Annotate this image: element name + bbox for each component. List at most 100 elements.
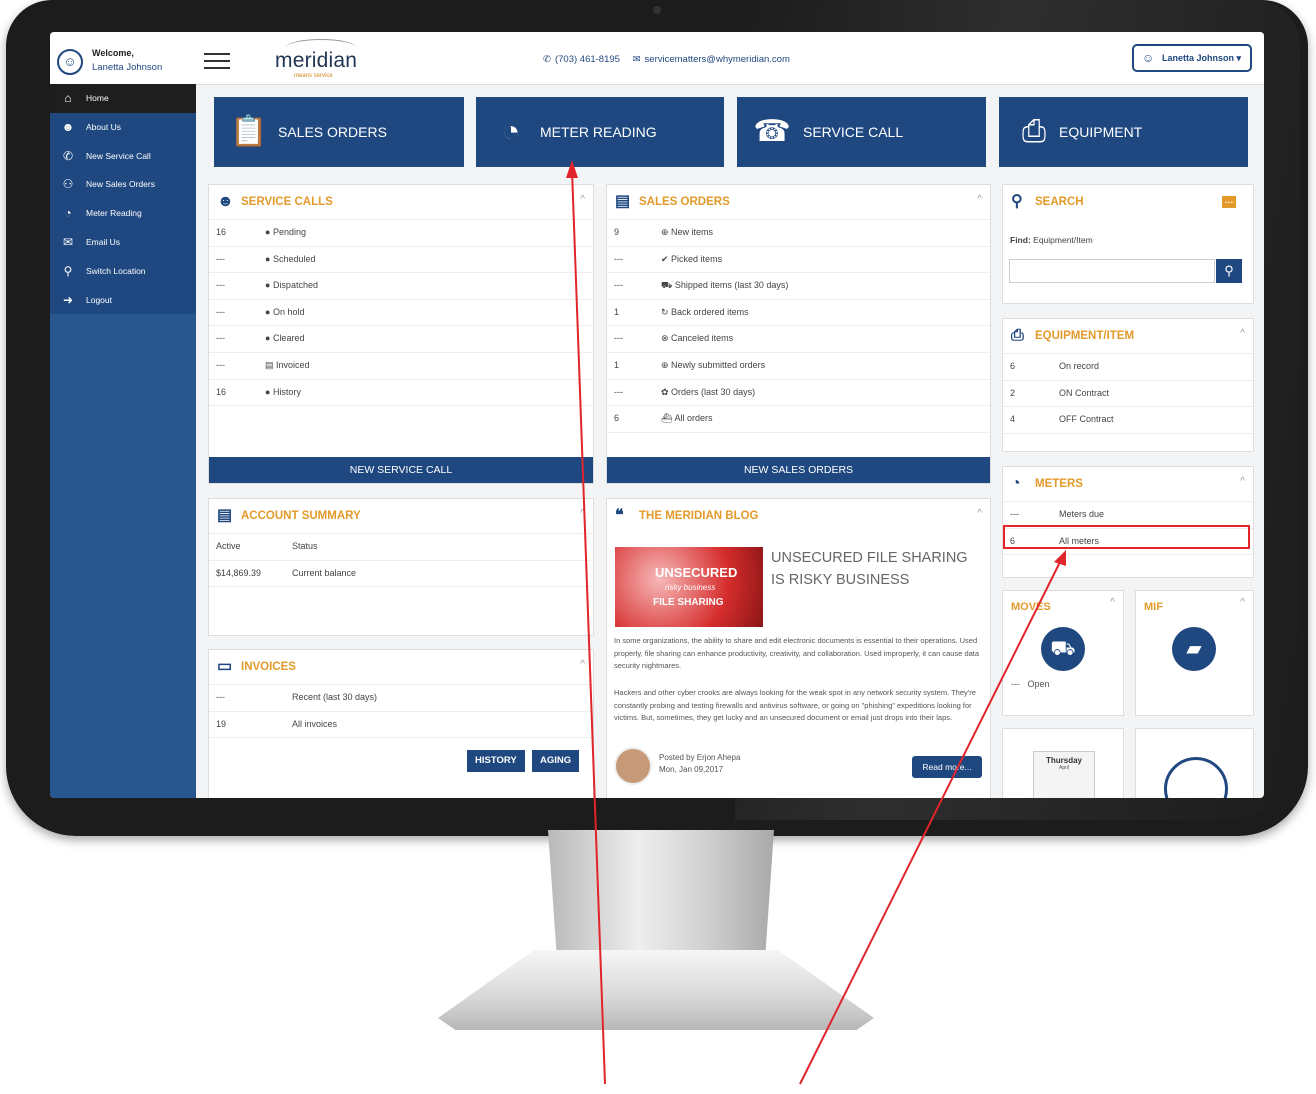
panel-title: SALES ORDERS bbox=[639, 196, 730, 208]
camera-icon bbox=[653, 6, 661, 14]
sidebar-item-meter-reading[interactable]: ◔ Meter Reading bbox=[50, 199, 196, 228]
sidebar-item-new-sales-orders[interactable]: ⚇ New Sales Orders bbox=[50, 170, 196, 199]
collapse-icon[interactable]: ^ bbox=[580, 183, 585, 217]
post-date: Mon, Jan 09,2017 bbox=[659, 765, 724, 774]
clock-icon[interactable] bbox=[1164, 757, 1228, 798]
menu-icon[interactable] bbox=[204, 53, 230, 74]
table-row[interactable]: --- ⊗ Canceled items bbox=[607, 326, 990, 353]
table-row[interactable]: 6 On record bbox=[1003, 354, 1253, 381]
document-icon: ▤ bbox=[217, 507, 233, 524]
meters-panel: ◔ METERS ^ --- Meters due 6 All meters bbox=[1002, 466, 1254, 578]
sidebar-item-logout[interactable]: ➜ Logout bbox=[50, 286, 196, 315]
sidebar-item-email-us[interactable]: ✉ Email Us bbox=[50, 228, 196, 257]
table-row[interactable]: --- ▤ Invoiced bbox=[209, 353, 593, 380]
row-count: 16 bbox=[216, 227, 227, 237]
sales-orders-tile[interactable]: 📋 SALES ORDERS bbox=[214, 97, 464, 167]
sidebar-item-home[interactable]: ⌂ Home bbox=[50, 84, 196, 113]
panel-header: ⚲ SEARCH… bbox=[1003, 185, 1253, 219]
search-panel: ⚲ SEARCH … Find: Equipment/Item ⚲ bbox=[1002, 184, 1254, 304]
new-service-call-button[interactable]: NEW SERVICE CALL bbox=[209, 457, 593, 483]
home-icon: ⌂ bbox=[64, 91, 72, 105]
collapse-icon[interactable]: ^ bbox=[977, 183, 982, 217]
table-row[interactable]: 6 ⛴ All orders bbox=[607, 406, 990, 433]
aging-button[interactable]: AGING bbox=[532, 750, 580, 772]
equipment-item-panel: ⎙ EQUIPMENT/ITEM ^ 6 On record 2 ON Contract… bbox=[1002, 318, 1254, 452]
row-count: --- bbox=[216, 306, 225, 317]
search-button[interactable]: ⚲ bbox=[1216, 259, 1242, 283]
collapse-icon[interactable]: ^ bbox=[977, 497, 982, 531]
collapse-icon[interactable]: ^ bbox=[580, 648, 585, 682]
logo-tagline: means service bbox=[294, 73, 333, 79]
moves-open[interactable]: --- Open bbox=[1011, 679, 1050, 689]
sidebar-item-new-service-call[interactable]: ✆ New Service Call bbox=[50, 142, 196, 171]
table-row[interactable]: 19 All invoices bbox=[209, 712, 593, 739]
table-row[interactable]: --- Recent (last 30 days) bbox=[209, 685, 593, 712]
row-count: --- bbox=[614, 253, 623, 264]
author-avatar bbox=[614, 747, 652, 785]
envelope-icon: ✉ bbox=[62, 234, 74, 249]
gauge-icon: ◔ bbox=[64, 206, 72, 221]
row-label: All invoices bbox=[292, 718, 338, 729]
sales-orders-panel: ▤ SALES ORDERS ^ 9 ⊕ New items --- ✔ Picked … bbox=[606, 184, 991, 484]
history-button[interactable]: HISTORY bbox=[467, 750, 525, 772]
welcome-user-name[interactable]: Lanetta Johnson bbox=[92, 62, 162, 73]
meter-reading-tile[interactable]: ◔ METER READING bbox=[476, 97, 724, 167]
row-label: ↻ Back ordered items bbox=[661, 306, 749, 317]
panel-title: THE MERIDIAN BLOG bbox=[639, 510, 759, 522]
sidebar-item-about-us[interactable]: ☻ About Us bbox=[50, 113, 196, 142]
table-row[interactable]: --- ● Dispatched bbox=[209, 273, 593, 300]
collapse-icon[interactable]: ^ bbox=[1110, 597, 1115, 608]
read-more-button[interactable]: Read more... bbox=[912, 756, 982, 778]
tile-label: SALES ORDERS bbox=[278, 124, 387, 140]
sidebar-item-switch-location[interactable]: ⚲ Switch Location bbox=[50, 257, 196, 286]
collapse-icon[interactable]: ^ bbox=[1240, 597, 1245, 608]
user-menu-button[interactable]: ☺ Lanetta Johnson ▾ bbox=[1132, 44, 1252, 72]
collapse-icon[interactable]: ^ bbox=[1240, 317, 1245, 351]
truck-icon[interactable]: ⛟ bbox=[1041, 627, 1085, 671]
table-row[interactable]: 9 ⊕ New items bbox=[607, 220, 990, 247]
row-value: Active bbox=[216, 541, 241, 551]
more-options-icon[interactable]: … bbox=[1222, 196, 1236, 208]
sidebar-item-label: New Sales Orders bbox=[86, 179, 155, 190]
headset-agent-icon: ☎ bbox=[753, 115, 791, 148]
table-row[interactable]: --- ● Cleared bbox=[209, 326, 593, 353]
row-count: 1 bbox=[614, 359, 620, 370]
table-row[interactable]: 1 ↻ Back ordered items bbox=[607, 300, 990, 327]
table-row[interactable]: --- ⛟ Shipped items (last 30 days) bbox=[607, 273, 990, 300]
email-link[interactable]: servicematters@whymeridian.com bbox=[645, 54, 790, 65]
blog-post-title[interactable]: UNSECURED FILE SHARING IS RISKY BUSINESS bbox=[771, 547, 981, 591]
sales-icon: ⚇ bbox=[62, 177, 74, 192]
phone-number[interactable]: (703) 461-8195 bbox=[555, 54, 620, 65]
table-row[interactable]: --- ● Scheduled bbox=[209, 247, 593, 274]
blog-post-image[interactable]: UNSECURED risky business FILE SHARING bbox=[615, 547, 763, 627]
equipment-tile[interactable]: ⎙ EQUIPMENT bbox=[999, 97, 1248, 167]
panel-title: INVOICES bbox=[241, 661, 296, 673]
service-call-tile[interactable]: ☎ SERVICE CALL bbox=[737, 97, 986, 167]
collapse-icon[interactable]: ^ bbox=[580, 497, 585, 531]
table-row[interactable]: 4 OFF Contract bbox=[1003, 407, 1253, 434]
table-row[interactable]: --- ✔ Picked items bbox=[607, 247, 990, 274]
panel-title: MIF bbox=[1144, 601, 1163, 613]
new-sales-orders-button[interactable]: NEW SALES ORDERS bbox=[607, 457, 990, 483]
table-row[interactable]: 16 ● Pending bbox=[209, 220, 593, 247]
panel-header: ▤ SALES ORDERS ^ bbox=[607, 185, 990, 220]
logo[interactable]: meridian bbox=[275, 49, 357, 73]
folder-icon[interactable]: ▰ bbox=[1172, 627, 1216, 671]
table-row[interactable]: 16 ● History bbox=[209, 380, 593, 407]
calendar-icon[interactable]: Thursday April bbox=[1033, 751, 1095, 798]
row-label: ⊕ Newly submitted orders bbox=[661, 359, 766, 370]
table-row[interactable]: --- ● On hold bbox=[209, 300, 593, 327]
search-icon: ⚲ bbox=[1011, 193, 1023, 210]
row-label: On record bbox=[1059, 361, 1100, 371]
table-row[interactable]: --- ✿ Orders (last 30 days) bbox=[607, 380, 990, 407]
table-row[interactable]: 1 ⊕ Newly submitted orders bbox=[607, 353, 990, 380]
gauge-icon: ◔ bbox=[1011, 475, 1021, 492]
table-row[interactable]: 2 ON Contract bbox=[1003, 381, 1253, 408]
row-count: --- bbox=[216, 692, 225, 702]
search-input[interactable] bbox=[1009, 259, 1215, 283]
row-label: Current balance bbox=[292, 567, 357, 578]
row-count: --- bbox=[614, 280, 623, 291]
table-row: Active Status bbox=[209, 534, 593, 561]
row-label: ▤ Invoiced bbox=[265, 359, 310, 370]
collapse-icon[interactable]: ^ bbox=[1240, 465, 1245, 499]
